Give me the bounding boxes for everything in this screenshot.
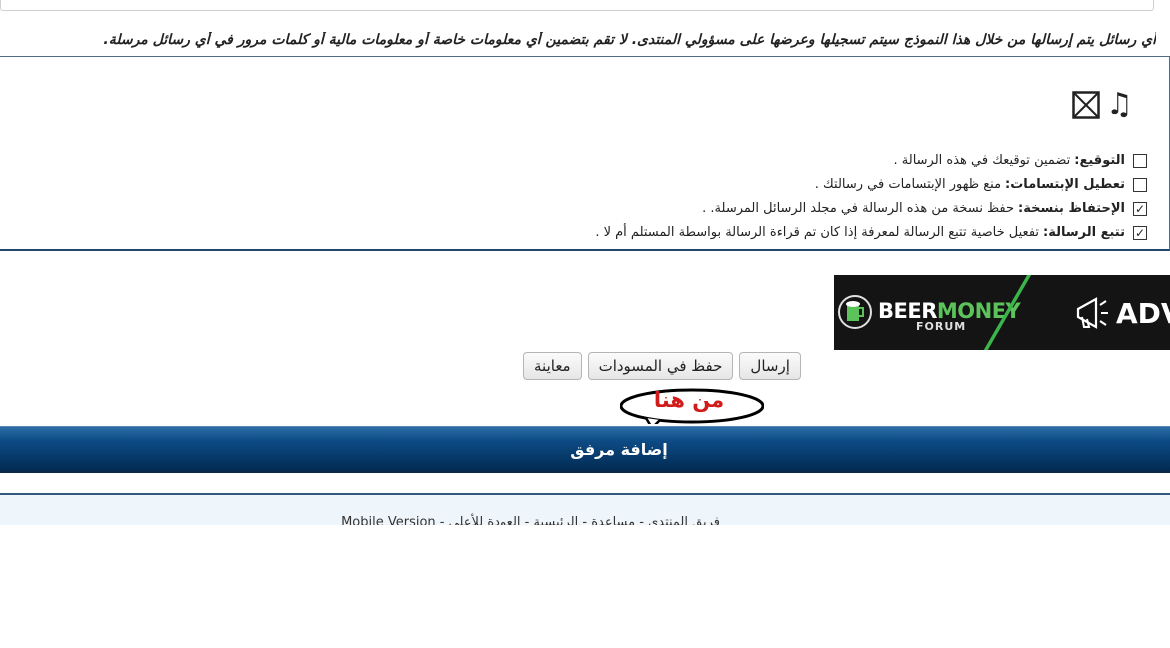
form-buttons: معاينة حفظ في المسودات إرسال: [523, 352, 801, 380]
option-signature[interactable]: التوقيع: تضمين توقيعك في هذه الرسالة .: [893, 153, 1147, 168]
save-draft-button[interactable]: حفظ في المسودات: [587, 352, 734, 380]
option-desc: تضمين توقيعك في هذه الرسالة .: [893, 153, 1071, 168]
option-label: التوقيع:: [1074, 153, 1125, 168]
option-desc: حفظ نسخة من هذه الرسالة في مجلد الرسائل …: [702, 201, 1015, 216]
option-icons: ♫: [1072, 87, 1133, 122]
add-attachment-bar[interactable]: إضافة مرفق: [0, 426, 1170, 473]
option-label: الإحتفاظ بنسخة:: [1018, 201, 1125, 216]
music-note-icon: ♫: [1106, 87, 1133, 122]
send-button[interactable]: إرسال: [739, 352, 801, 380]
option-track-message[interactable]: ✓ تتبع الرسالة: تفعيل خاصية تتبع الرسالة…: [595, 225, 1147, 240]
save-copy-checkbox[interactable]: ✓: [1133, 201, 1147, 216]
megaphone-icon: [1076, 297, 1108, 329]
track-message-checkbox[interactable]: ✓: [1133, 225, 1147, 240]
footer-links[interactable]: فريق المنتدى - مساعدة - الرئيسية - العود…: [0, 515, 720, 525]
footer-bar: فريق المنتدى - مساعدة - الرئيسية - العود…: [0, 493, 1170, 525]
banner-advertise-text: ADVE: [1116, 297, 1170, 330]
option-label: تعطيل الإبتسامات:: [1005, 177, 1125, 192]
message-input-bottom-edge[interactable]: [0, 0, 1154, 11]
preview-button[interactable]: معاينة: [523, 352, 582, 380]
option-desc: تفعيل خاصية تتبع الرسالة لمعرفة إذا كان …: [595, 225, 1040, 240]
advertisement-banner[interactable]: BEERMONEY FORUM ADVE: [834, 275, 1170, 350]
privacy-warning: أي رسائل يتم إرسالها من خلال هذا النموذج…: [103, 32, 1156, 48]
option-label: تتبع الرسالة:: [1043, 225, 1125, 240]
message-options-panel: ♫ التوقيع: تضمين توقيعك في هذه الرسالة .…: [0, 56, 1170, 251]
option-disable-smilies[interactable]: تعطيل الإبتسامات: منع ظهور الإبتسامات في…: [815, 177, 1147, 192]
disable-smilies-checkbox[interactable]: [1133, 177, 1147, 192]
signature-checkbox[interactable]: [1133, 153, 1147, 168]
add-attachment-label: إضافة مرفق: [570, 439, 668, 459]
option-desc: منع ظهور الإبتسامات في رسالتك .: [814, 177, 1002, 192]
annotation-text: من هنا: [653, 388, 725, 412]
option-save-copy[interactable]: ✓ الإحتفاظ بنسخة: حفظ نسخة من هذه الرسال…: [702, 201, 1147, 216]
checkbox-x-icon: [1072, 91, 1100, 119]
beer-mug-icon: [838, 295, 872, 329]
banner-forum: FORUM: [916, 320, 967, 333]
